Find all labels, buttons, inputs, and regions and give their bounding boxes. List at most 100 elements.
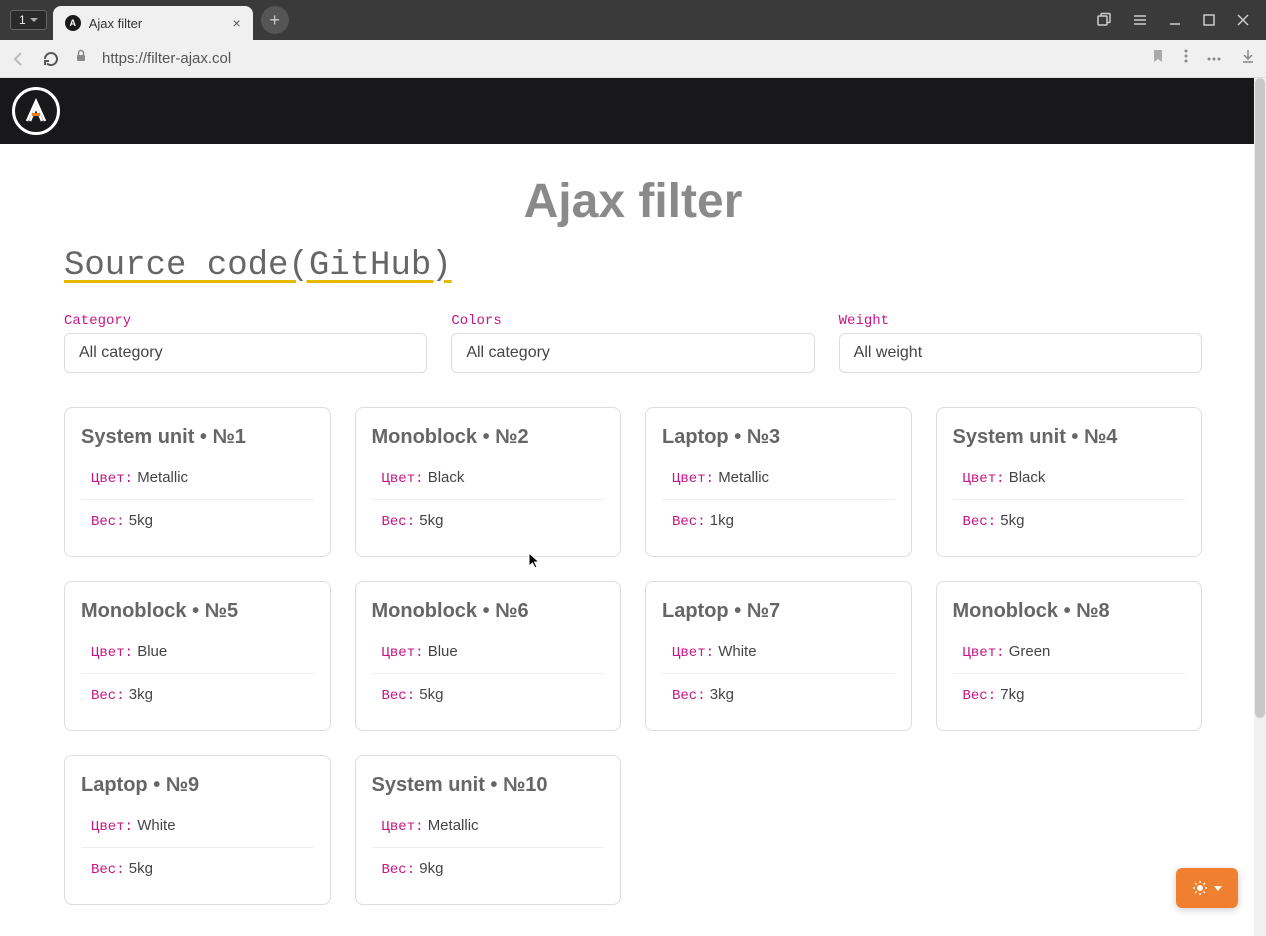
weight-value: 7kg: [1000, 686, 1024, 703]
product-card: Laptop • №3Цвет: MetallicВес: 1kg: [645, 407, 912, 557]
reload-icon[interactable]: [42, 50, 60, 68]
product-weight-row: Вес: 3kg: [81, 673, 314, 710]
page-viewport: Ajax filter Source code(GitHub) Category…: [0, 78, 1266, 936]
color-label: Цвет:: [963, 471, 1005, 487]
source-code-link[interactable]: Source code(GitHub): [64, 247, 452, 285]
maximize-icon[interactable]: [1202, 12, 1216, 28]
color-label: Цвет:: [91, 645, 133, 661]
product-color-row: Цвет: Black: [372, 463, 605, 493]
minimize-icon[interactable]: [1168, 12, 1182, 28]
weight-value: 5kg: [129, 512, 153, 529]
weight-value: 5kg: [419, 512, 443, 529]
weight-value: 1kg: [710, 512, 734, 529]
weight-value: 5kg: [129, 860, 153, 877]
weight-label: Вес:: [963, 514, 997, 530]
menu-icon[interactable]: [1132, 12, 1148, 28]
tabs-overview-icon[interactable]: [1096, 12, 1112, 28]
product-card: System unit • №4 Цвет: Black Вес: 5kg: [936, 407, 1203, 557]
weight-value: 5kg: [1000, 512, 1024, 529]
filter-weight-label: Weight: [839, 313, 1202, 329]
product-weight-row: Вес: 5kg: [953, 499, 1186, 536]
color-value: White: [137, 817, 175, 834]
scrollbar-thumb[interactable]: [1255, 78, 1265, 718]
weight-value: 9kg: [419, 860, 443, 877]
product-color-row: Цвет: Green: [953, 637, 1186, 667]
product-color-row: Цвет: Metallic: [662, 463, 895, 493]
download-icon[interactable]: [1240, 48, 1256, 69]
product-card: Monoblock • №5 Цвет: Blue Вес: 3kg: [64, 581, 331, 731]
tab-title: Ajax filter: [89, 16, 225, 31]
product-title: Laptop • №7: [662, 600, 895, 623]
chevron-down-icon: [30, 18, 38, 22]
favicon-icon: A: [65, 15, 81, 31]
weight-label: Вес:: [672, 514, 706, 530]
kebab-icon[interactable]: [1184, 48, 1188, 69]
color-value: Blue: [137, 643, 167, 660]
sun-icon: [1192, 880, 1208, 896]
weight-label: Вес:: [382, 688, 416, 704]
scrollbar[interactable]: [1254, 78, 1266, 936]
chevron-down-icon: [1214, 886, 1222, 891]
tab-counter[interactable]: 1: [10, 10, 47, 30]
window-close-icon[interactable]: [1236, 12, 1250, 28]
weight-value: 5kg: [419, 686, 443, 703]
product-color-row: Цвет: Blue: [81, 637, 314, 667]
weight-label: Вес:: [963, 688, 997, 704]
product-card: Laptop • №9 Цвет: White Вес: 5kg: [64, 755, 331, 905]
product-color-row: Цвет: Metallic: [372, 811, 605, 841]
color-value: Metallic: [137, 469, 188, 486]
color-value: Metallic: [718, 469, 769, 486]
weight-value: 3kg: [710, 686, 734, 703]
url-bar-row: https://filter-ajax.col: [0, 40, 1266, 78]
product-weight-row: Вес: 9kg: [372, 847, 605, 884]
product-weight-row: Вес: 5kg: [372, 673, 605, 710]
weight-label: Вес:: [382, 514, 416, 530]
color-value: Blue: [428, 643, 458, 660]
product-weight-row: Вес: 1kg: [662, 499, 895, 536]
color-label: Цвет:: [672, 471, 714, 487]
filter-category-select[interactable]: All category: [64, 333, 427, 373]
product-color-row: Цвет: Black: [953, 463, 1186, 493]
browser-tab-active[interactable]: A Ajax filter ×: [53, 6, 253, 40]
product-card: Monoblock • №8Цвет: GreenВес: 7kg: [936, 581, 1203, 731]
new-tab-button[interactable]: +: [261, 6, 289, 34]
color-value: Black: [428, 469, 465, 486]
product-card: System unit • №10 Цвет: Metallic Вес: 9kg: [355, 755, 622, 905]
product-title: Monoblock • №6: [372, 600, 605, 623]
product-title: Laptop • №9: [81, 774, 314, 797]
product-title: System unit • №4: [953, 426, 1186, 449]
close-icon[interactable]: ×: [233, 15, 241, 31]
product-color-row: Цвет: White: [662, 637, 895, 667]
color-value: Green: [1009, 643, 1051, 660]
back-icon: [10, 50, 28, 68]
weight-value: 3kg: [129, 686, 153, 703]
lock-icon[interactable]: [74, 49, 88, 68]
url-text[interactable]: https://filter-ajax.col: [102, 50, 1136, 67]
product-card: Monoblock • №6 Цвет: Blue Вес: 5kg: [355, 581, 622, 731]
color-label: Цвет:: [91, 819, 133, 835]
color-label: Цвет:: [672, 645, 714, 661]
filter-colors-select[interactable]: All category: [451, 333, 814, 373]
filter-colors-label: Colors: [451, 313, 814, 329]
filter-row: Category All category Colors All categor…: [64, 313, 1202, 373]
product-color-row: Цвет: Blue: [372, 637, 605, 667]
product-title: System unit • №1: [81, 426, 314, 449]
product-title: Monoblock • №2: [372, 426, 605, 449]
product-grid: System unit • №1Цвет: MetallicВес: 5kgMo…: [64, 407, 1202, 905]
site-logo[interactable]: [12, 87, 60, 135]
product-weight-row: Вес: 5kg: [81, 847, 314, 884]
site-header: [0, 78, 1266, 144]
product-weight-row: Вес: 3kg: [662, 673, 895, 710]
more-icon[interactable]: [1206, 48, 1222, 69]
bookmark-icon[interactable]: [1150, 48, 1166, 69]
product-weight-row: Вес: 5kg: [372, 499, 605, 536]
product-card: Laptop • №7 Цвет: White Вес: 3kg: [645, 581, 912, 731]
theme-toggle-button[interactable]: [1176, 868, 1238, 908]
product-color-row: Цвет: Metallic: [81, 463, 314, 493]
product-color-row: Цвет: White: [81, 811, 314, 841]
product-title: System unit • №10: [372, 774, 605, 797]
weight-label: Вес:: [91, 514, 125, 530]
color-label: Цвет:: [91, 471, 133, 487]
filter-weight-select[interactable]: All weight: [839, 333, 1202, 373]
product-title: Monoblock • №5: [81, 600, 314, 623]
